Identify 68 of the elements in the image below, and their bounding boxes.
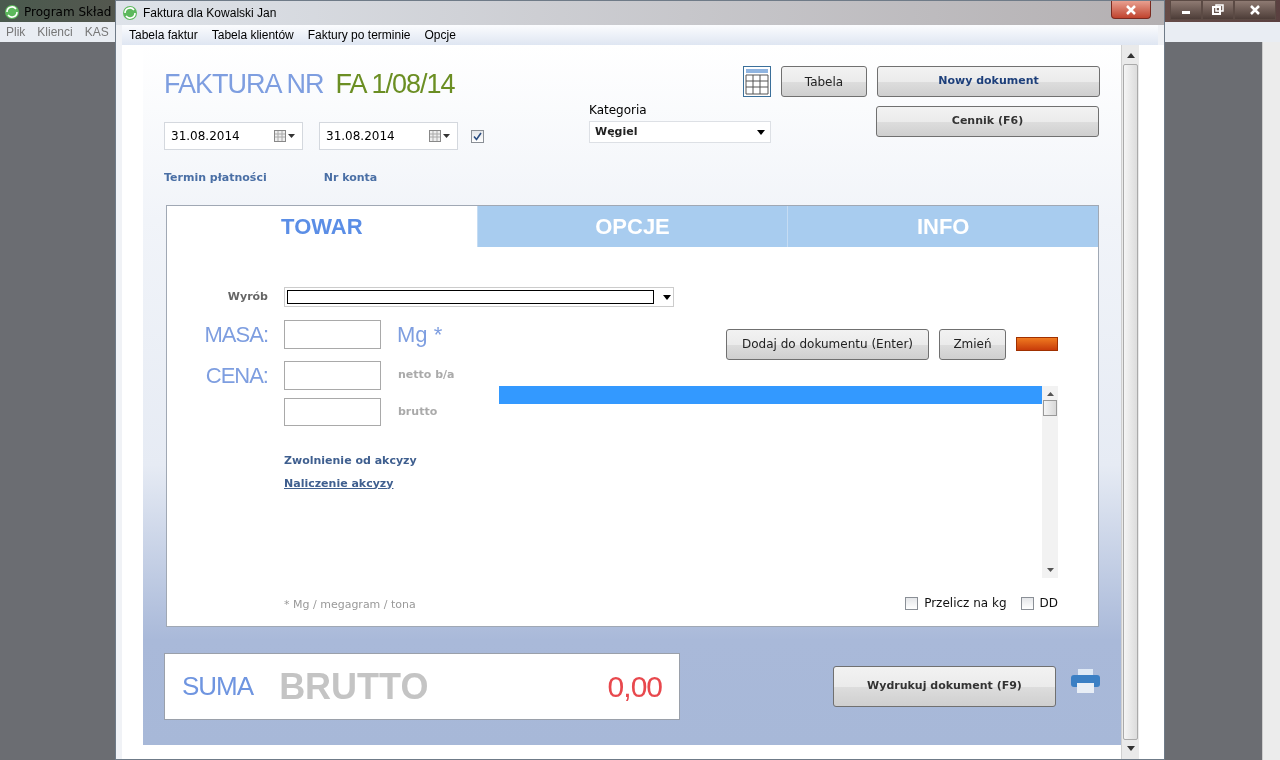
unit-label: Mg *	[397, 321, 443, 349]
checkbox-label: DD	[1039, 595, 1058, 612]
scroll-up-icon[interactable]	[1126, 53, 1135, 58]
calendar-icon[interactable]	[429, 130, 451, 142]
scrollbar[interactable]	[1042, 386, 1058, 578]
sum-caption: BRUTTO	[279, 664, 429, 709]
status-bar	[1016, 337, 1058, 351]
category-select[interactable]: Węgiel	[589, 121, 771, 143]
button[interactable]: Dodaj do dokumentu (Enter)	[726, 328, 929, 360]
invoice-number: FA 1/08/14	[335, 67, 455, 101]
calendar-icon[interactable]	[274, 130, 296, 142]
app-icon	[4, 4, 20, 20]
menu-item[interactable]: Klienci	[37, 23, 73, 41]
link[interactable]: Naliczenie akcyzy	[284, 475, 394, 492]
field-label: Termin płatności	[164, 170, 267, 186]
table-icon[interactable]	[743, 66, 771, 97]
product-label: Wyrób	[226, 288, 268, 305]
gross-label: brutto	[398, 403, 438, 420]
scroll-up-icon[interactable]	[1046, 392, 1054, 396]
scrollbar[interactable]	[1121, 45, 1139, 759]
mass-input[interactable]	[284, 320, 381, 349]
menu-item[interactable]: Tabela faktur	[122, 26, 205, 44]
minimize-button[interactable]	[1170, 0, 1202, 20]
checkbox[interactable]	[905, 596, 919, 610]
close-button[interactable]	[1234, 0, 1276, 20]
menu-item[interactable]: Faktury po terminie	[300, 26, 418, 44]
field-label: Nr konta	[323, 170, 378, 186]
restore-icon	[1212, 4, 1224, 16]
close-button[interactable]	[1111, 1, 1151, 19]
checkbox-label: Przelicz na kg	[924, 595, 1007, 612]
close-icon	[1125, 4, 1137, 15]
gross-price-input[interactable]	[284, 398, 381, 426]
checkbox[interactable]	[471, 129, 484, 143]
checkbox[interactable]	[1020, 596, 1034, 610]
close-icon	[1249, 4, 1261, 16]
link[interactable]: Zwolnienie od akcyzy	[284, 453, 417, 470]
scrollbar[interactable]	[1262, 42, 1280, 760]
button[interactable]: Nowy dokument	[877, 66, 1100, 97]
window-title: Faktura dla Kowalski Jan	[143, 5, 277, 22]
price-label: CENA:	[204, 362, 268, 390]
date-field[interactable]: 31.08.2014	[164, 122, 303, 150]
sum-label: SUMA	[182, 670, 254, 703]
menu-item[interactable]: Opcje	[417, 26, 463, 44]
app-icon	[122, 5, 138, 21]
category-label: Kategoria	[589, 102, 648, 119]
menu-item[interactable]: Tabela klientów	[204, 26, 301, 44]
mass-label: MASA:	[203, 321, 268, 349]
button[interactable]: Zmień	[939, 328, 1006, 360]
window-title: Program Skład	[24, 4, 112, 21]
menu-item[interactable]: KAS	[84, 23, 109, 41]
product-select[interactable]	[284, 287, 674, 307]
net-label: netto b/a	[398, 367, 455, 384]
net-price-input[interactable]	[284, 361, 381, 390]
invoice-label: FAKTURA NR	[164, 67, 324, 101]
scroll-down-icon[interactable]	[1046, 568, 1054, 572]
footnote: * Mg / megagram / tona	[284, 597, 416, 613]
restore-button[interactable]	[1202, 0, 1234, 20]
date-field[interactable]: 31.08.2014	[319, 122, 458, 150]
print-button[interactable]: Wydrukuj dokument (F9)	[833, 666, 1056, 707]
caret-icon	[663, 294, 671, 300]
button[interactable]: Cennik (F6)	[876, 106, 1099, 137]
menu-item[interactable]: Plik	[6, 23, 26, 41]
button[interactable]: Tabela	[781, 66, 867, 97]
sum-value: 0,00	[607, 669, 662, 705]
scroll-down-icon[interactable]	[1126, 746, 1135, 751]
printer-icon[interactable]	[1071, 668, 1100, 693]
scroll-thumb[interactable]	[1043, 400, 1057, 416]
caret-icon	[757, 129, 765, 135]
